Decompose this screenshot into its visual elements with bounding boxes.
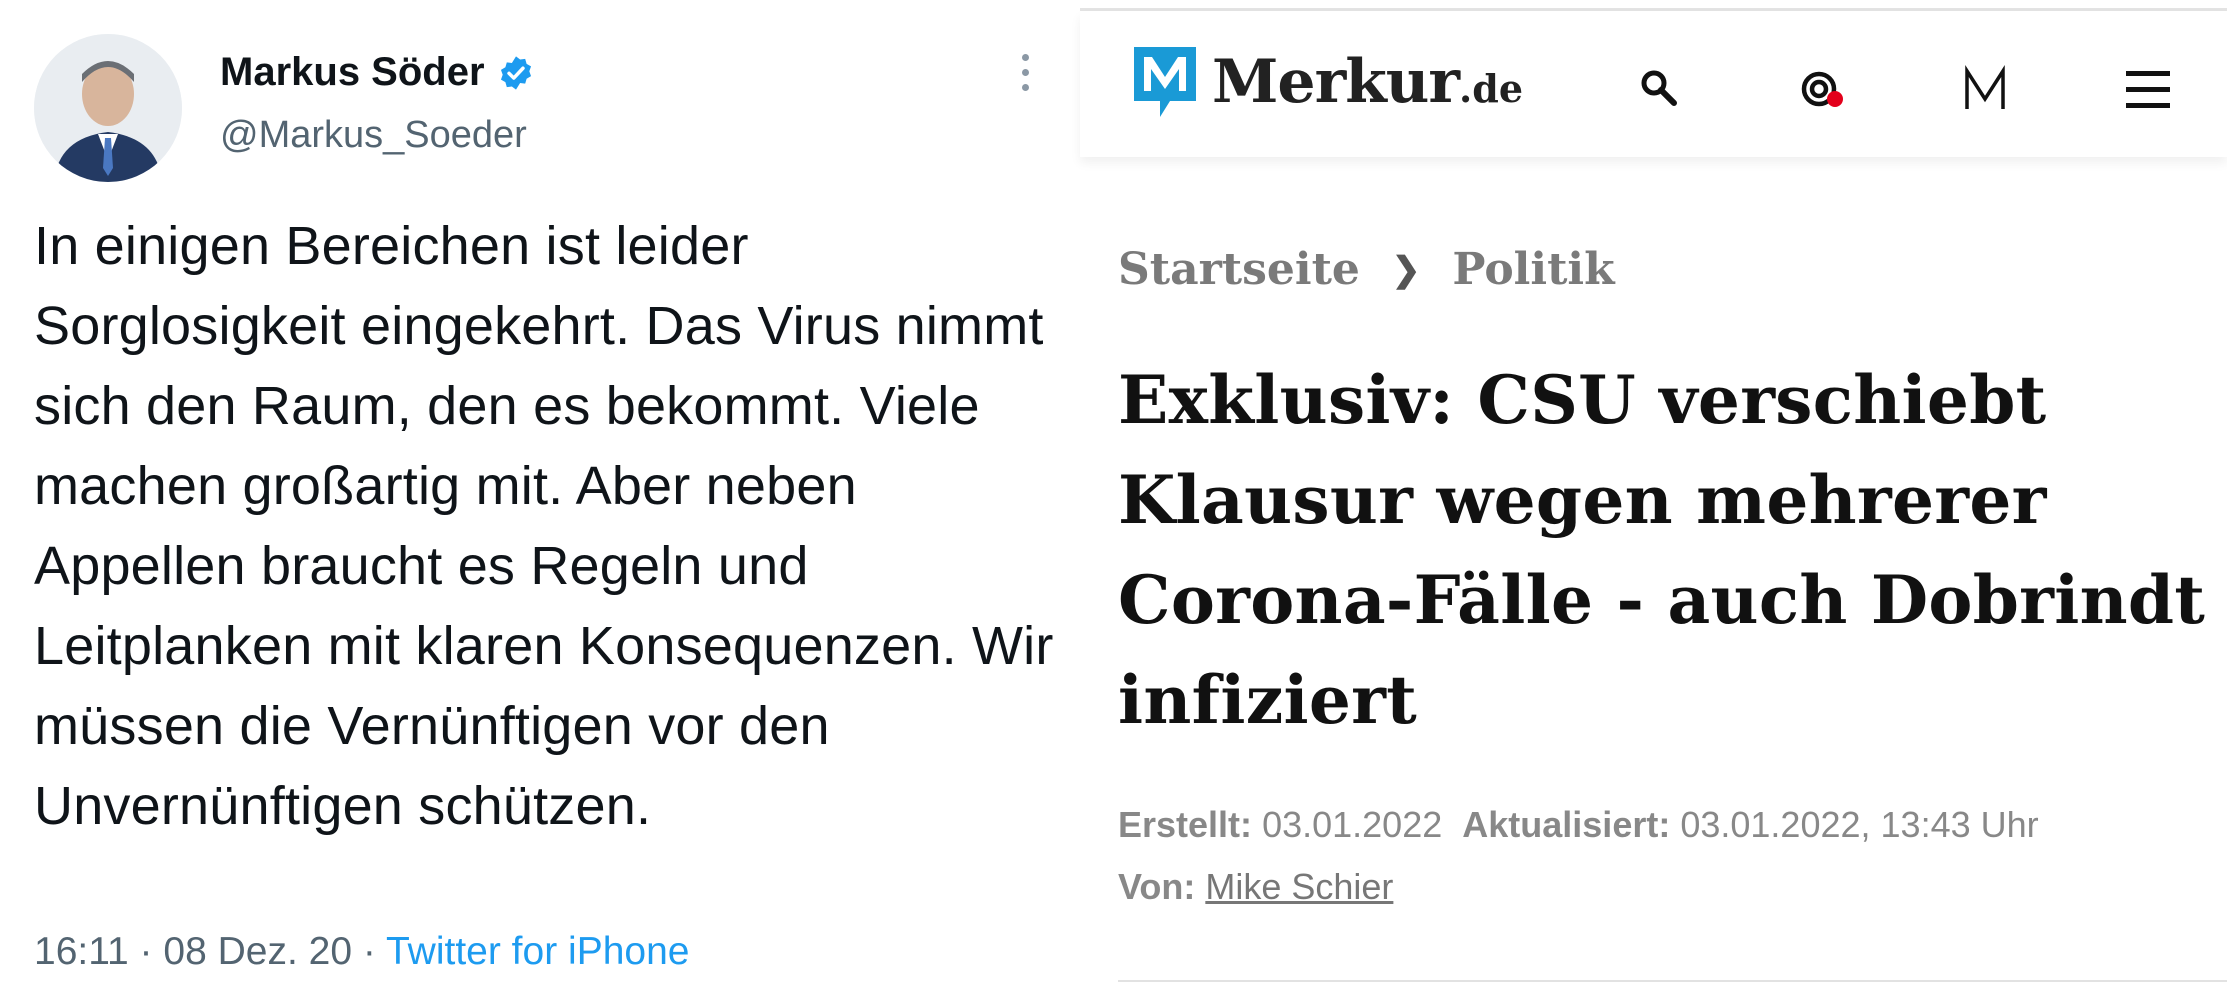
author-link[interactable]: Mike Schier [1205, 866, 1393, 907]
merkur-article-panel: Merkur.de Startseite ❯ Politik Exklusiv:… [1080, 0, 2227, 989]
search-icon[interactable] [1630, 59, 1690, 119]
created-label: Erstellt: [1118, 804, 1253, 845]
tweet-source-link[interactable]: Twitter for iPhone [386, 930, 689, 973]
avatar[interactable] [34, 34, 182, 182]
created-value: 03.01.2022 [1262, 804, 1443, 845]
logo-name: Merkur [1212, 47, 1460, 117]
updated-label: Aktualisiert: [1462, 804, 1671, 845]
article-dates: Erstellt: 03.01.2022 Aktualisiert: 03.01… [1118, 804, 2039, 846]
user-name-row: Markus Söder [220, 50, 535, 95]
logo-tld: .de [1459, 66, 1523, 111]
content-divider [1118, 980, 2227, 982]
menu-icon[interactable] [2118, 59, 2178, 119]
verified-badge-icon [500, 55, 531, 90]
m-icon[interactable] [1955, 59, 2015, 119]
meta-separator: · [139, 930, 153, 973]
tweet-time[interactable]: 16:11 [34, 930, 129, 973]
updated-value: 03.01.2022, 13:43 Uhr [1680, 804, 2039, 845]
author-label: Von: [1118, 866, 1196, 907]
merkur-logo-text: Merkur.de [1212, 50, 1523, 121]
article-author: Von: Mike Schier [1118, 866, 1393, 908]
tweet-card: Markus Söder @Markus_Soeder In einigen B… [0, 0, 1080, 989]
tweet-date[interactable]: 08 Dez. 20 [163, 930, 352, 973]
avatar-image [34, 34, 182, 182]
merkur-logo-icon [1134, 47, 1196, 117]
site-header: Merkur.de [1080, 11, 2227, 157]
article-headline: Exklusiv: CSU verschiebt Klausur wegen m… [1118, 361, 2206, 739]
user-name[interactable]: Markus Söder [220, 50, 485, 95]
meta-separator: · [362, 930, 376, 973]
tweet-meta: 16:11 · 08 Dez. 20 · Twitter for iPhone [34, 930, 689, 974]
breadcrumb-chevron-icon: ❯ [1391, 249, 1421, 290]
user-handle[interactable]: @Markus_Soeder [220, 114, 527, 157]
breadcrumb-home[interactable]: Startseite [1118, 244, 1360, 295]
tweet-text: In einigen Bereichen ist leider Sorglosi… [34, 216, 1054, 836]
more-options-icon[interactable] [1010, 54, 1040, 98]
live-icon[interactable] [1795, 59, 1855, 119]
merkur-logo[interactable]: Merkur.de [1130, 43, 1523, 121]
breadcrumb-section[interactable]: Politik [1452, 244, 1614, 295]
breadcrumb: Startseite ❯ Politik [1118, 244, 1615, 295]
